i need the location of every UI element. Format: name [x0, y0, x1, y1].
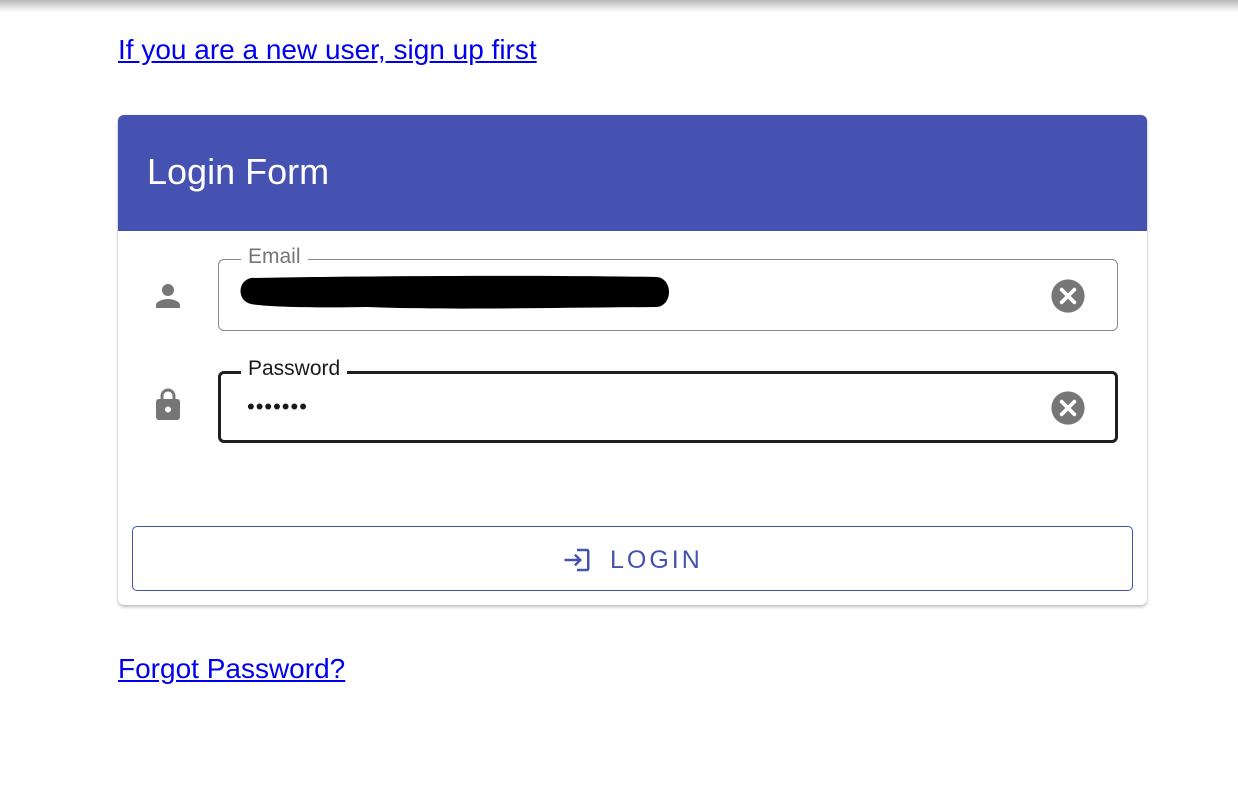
email-label: Email — [241, 244, 308, 270]
email-field[interactable]: Email — [218, 244, 1118, 331]
person-icon — [156, 284, 180, 308]
card-header: Login Form — [118, 115, 1147, 231]
signup-link[interactable]: If you are a new user, sign up first — [118, 34, 537, 66]
login-card: Login Form Email Password ••••••• LOGIN — [118, 115, 1147, 605]
top-shadow — [0, 0, 1238, 12]
clear-password-button[interactable] — [1049, 389, 1087, 427]
password-field[interactable]: Password ••••••• — [218, 356, 1118, 443]
login-button-content: LOGIN — [562, 543, 703, 577]
password-value: ••••••• — [247, 394, 308, 419]
forgot-password-link[interactable]: Forgot Password? — [118, 653, 345, 685]
lock-icon — [156, 388, 180, 420]
password-label: Password — [241, 356, 348, 382]
login-icon — [564, 548, 590, 572]
clear-email-button[interactable] — [1049, 277, 1087, 315]
redaction-mark — [240, 275, 669, 309]
login-label: LOGIN — [610, 546, 703, 574]
login-button[interactable]: LOGIN — [132, 526, 1133, 591]
card-title: Login Form — [147, 151, 330, 192]
